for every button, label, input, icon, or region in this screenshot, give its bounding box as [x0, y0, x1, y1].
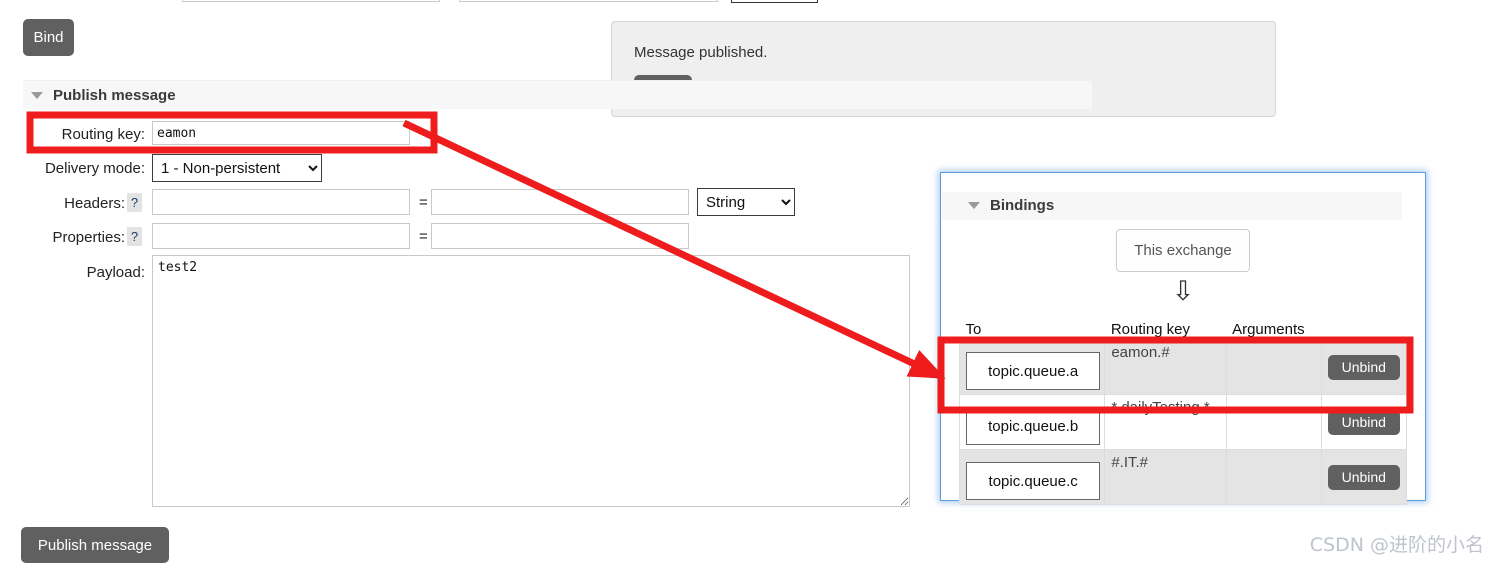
- cell-routing-key: *.dailyTesting.*: [1104, 394, 1227, 450]
- cell-arguments: [1225, 394, 1322, 450]
- table-row: topic.queue.b *.dailyTesting.* Unbind: [958, 394, 1408, 450]
- unbind-button[interactable]: Unbind: [1327, 464, 1400, 490]
- headers-help-icon[interactable]: ?: [127, 193, 142, 212]
- column-header-routing-key: Routing key: [1104, 321, 1227, 340]
- column-header-arguments: Arguments: [1226, 321, 1322, 340]
- queue-link[interactable]: topic.queue.a: [966, 352, 1101, 390]
- notification-message: Message published.: [634, 44, 768, 61]
- bind-button[interactable]: Bind: [23, 19, 74, 56]
- this-exchange-button[interactable]: This exchange: [1116, 229, 1250, 272]
- delivery-mode-select[interactable]: 1 - Non-persistent2 - Persistent: [152, 154, 322, 182]
- bindings-panel: Bindings This exchange ⇩ To Routing key …: [940, 172, 1426, 505]
- table-header-row: To Routing key Arguments: [959, 321, 1407, 340]
- routing-key-value: #.IT.#: [1111, 454, 1148, 471]
- headers-key-input[interactable]: [152, 189, 410, 215]
- cell-routing-key: #.IT.#: [1104, 449, 1227, 505]
- routing-key-value: eamon.#: [1111, 344, 1170, 361]
- triangle-down-icon: [968, 202, 980, 209]
- cell-actions: Unbind: [1320, 339, 1408, 395]
- column-header-to: To: [959, 321, 1105, 340]
- table-row: topic.queue.a eamon.# Unbind: [958, 339, 1408, 395]
- payload-label: Payload:: [86, 264, 145, 281]
- headers-value-input[interactable]: [431, 189, 689, 215]
- headers-label: Headers:: [64, 195, 125, 212]
- publish-message-section-header[interactable]: Publish message: [23, 80, 1092, 109]
- bindings-title: Bindings: [990, 197, 1055, 214]
- cell-actions: Unbind: [1320, 449, 1408, 505]
- cell-routing-key: eamon.#: [1104, 339, 1227, 395]
- cut-off-top-row: [0, 0, 1000, 3]
- delivery-mode-label: Delivery mode:: [44, 160, 145, 177]
- table-row: topic.queue.c #.IT.# Unbind: [958, 449, 1408, 505]
- headers-equals-sign: =: [419, 194, 428, 211]
- triangle-down-icon: [31, 92, 43, 99]
- top-row-input-1[interactable]: [182, 0, 440, 2]
- cell-to: topic.queue.b: [958, 394, 1106, 450]
- column-header-actions: [1321, 321, 1407, 340]
- cell-arguments: [1225, 449, 1322, 505]
- routing-key-input[interactable]: [152, 121, 410, 145]
- properties-value-input[interactable]: [431, 223, 689, 249]
- headers-type-select[interactable]: StringNumberBooleanList: [697, 188, 795, 216]
- properties-help-icon[interactable]: ?: [127, 227, 142, 246]
- page-title: Publish message: [53, 87, 176, 104]
- cell-to: topic.queue.a: [958, 339, 1106, 395]
- double-down-arrow-icon: ⇩: [1171, 276, 1195, 306]
- top-row-select[interactable]: [731, 0, 818, 3]
- bindings-table: To Routing key Arguments topic.queue.a ea…: [958, 321, 1408, 505]
- queue-link[interactable]: topic.queue.b: [966, 407, 1101, 445]
- unbind-button[interactable]: Unbind: [1327, 409, 1400, 435]
- payload-textarea[interactable]: [152, 255, 910, 507]
- unbind-button[interactable]: Unbind: [1327, 354, 1400, 380]
- properties-key-input[interactable]: [152, 223, 410, 249]
- properties-equals-sign: =: [419, 228, 428, 245]
- top-row-input-2[interactable]: [459, 0, 718, 2]
- bindings-section-header[interactable]: Bindings: [942, 192, 1402, 220]
- publish-message-button[interactable]: Publish message: [21, 527, 169, 563]
- queue-link[interactable]: topic.queue.c: [966, 462, 1101, 500]
- cell-actions: Unbind: [1320, 394, 1408, 450]
- routing-key-value: *.dailyTesting.*: [1111, 399, 1210, 416]
- cell-arguments: [1225, 339, 1322, 395]
- csdn-watermark: CSDN @进阶的小名: [1309, 534, 1484, 556]
- routing-key-label: Routing key:: [61, 126, 145, 143]
- cell-to: topic.queue.c: [958, 449, 1106, 505]
- properties-label: Properties:: [52, 229, 125, 246]
